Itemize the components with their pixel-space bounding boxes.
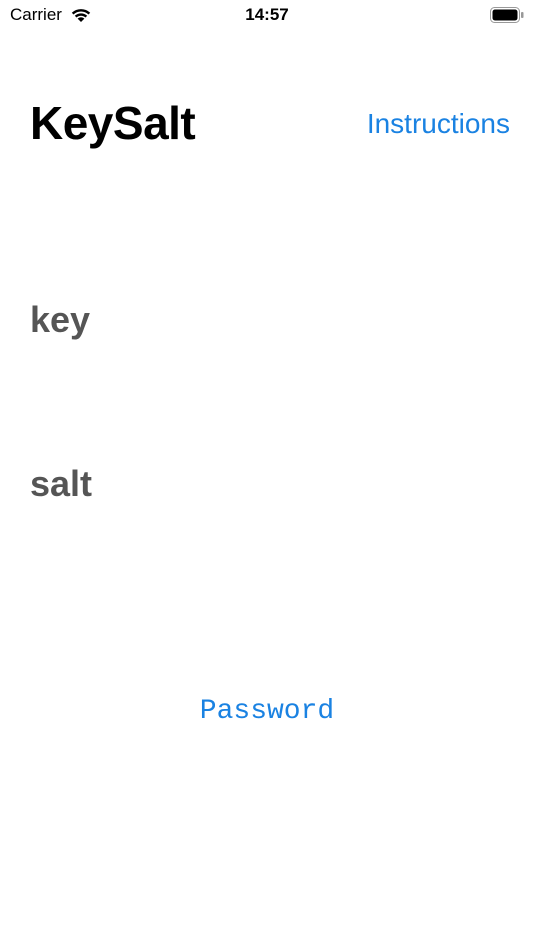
app-title: KeySalt	[30, 97, 196, 149]
status-bar: Carrier 14:57	[0, 0, 534, 30]
key-input[interactable]	[30, 296, 504, 344]
password-button[interactable]: Password	[0, 694, 534, 730]
instructions-button[interactable]: Instructions	[367, 107, 510, 141]
status-time: 14:57	[245, 5, 289, 24]
salt-input[interactable]	[30, 460, 504, 508]
battery-icon	[490, 7, 524, 23]
